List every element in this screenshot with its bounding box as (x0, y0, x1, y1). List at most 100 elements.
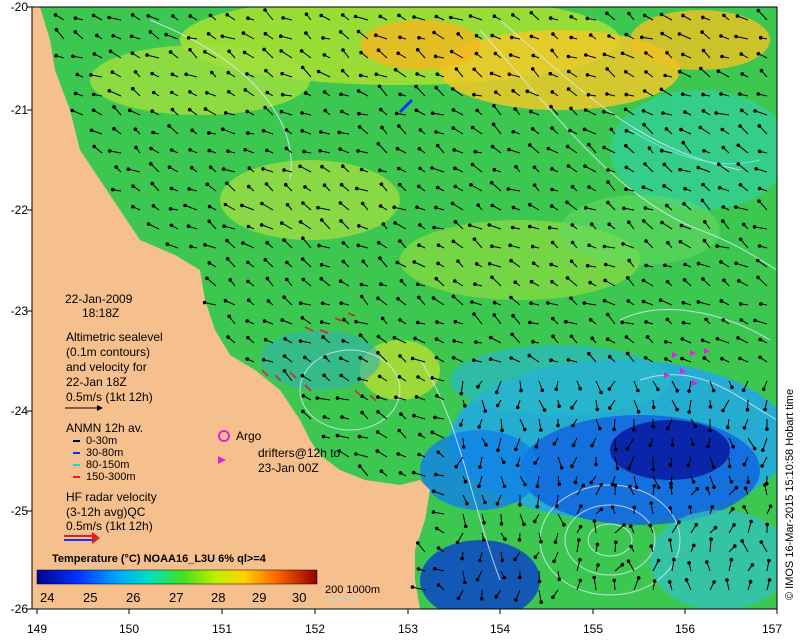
velocity-arrow-head (514, 165, 518, 169)
velocity-arrow-head (533, 519, 537, 524)
velocity-arrow-head (226, 335, 230, 339)
velocity-arrow-head (763, 483, 767, 487)
velocity-arrow-head (517, 538, 522, 542)
velocity-arrow-head (395, 260, 400, 265)
velocity-arrow-head (530, 244, 535, 249)
velocity-arrow-head (709, 537, 713, 541)
velocity-arrow-head (165, 242, 170, 246)
velocity-arrow-head (624, 70, 628, 74)
x-tick: 154 (489, 622, 511, 636)
velocity-arrow-head (729, 557, 734, 562)
velocity-arrow-head (662, 184, 666, 188)
velocity-arrow-head (672, 557, 676, 562)
velocity-arrow-head (436, 243, 441, 247)
velocity-arrow-head (721, 408, 725, 413)
velocity-arrow-head (736, 143, 741, 148)
velocity-arrow-head (434, 205, 438, 210)
velocity-arrow-head (285, 203, 290, 207)
velocity-arrow-head (489, 180, 494, 185)
velocity-arrow-head (643, 356, 648, 360)
y-tick: -20 (10, 0, 28, 14)
velocity-arrow-head (738, 183, 743, 187)
velocity-arrow-head (621, 242, 625, 246)
velocity-arrow-head (303, 355, 307, 360)
velocity-arrow-head (360, 410, 365, 415)
velocity-arrow-head (283, 337, 287, 341)
velocity-arrow-head (750, 563, 755, 567)
velocity-arrow-head (757, 186, 762, 191)
velocity-arrow-head (243, 147, 247, 152)
velocity-arrow-head (511, 13, 515, 17)
velocity-arrow-head (568, 128, 572, 133)
velocity-arrow-head (319, 13, 324, 18)
velocity-arrow-head (321, 36, 325, 40)
velocity-arrow-head (702, 356, 707, 360)
velocity-arrow-head (246, 131, 250, 135)
velocity-arrow-head (743, 486, 748, 491)
velocity-arrow-head (531, 53, 536, 58)
velocity-arrow-head (679, 127, 683, 132)
velocity-arrow-head (397, 375, 402, 379)
velocity-arrow-head (675, 388, 680, 393)
velocity-arrow-head (430, 430, 435, 435)
velocity-arrow-head (565, 276, 570, 280)
velocity-arrow-head (626, 299, 631, 303)
velocity-arrow-head (430, 376, 435, 380)
altimetry-legend-line: and velocity for (66, 360, 147, 374)
velocity-arrow-head (714, 111, 719, 115)
velocity-arrow-head (133, 127, 138, 131)
velocity-arrow-head (719, 260, 723, 264)
velocity-arrow-head (533, 461, 537, 465)
velocity-arrow-head (456, 596, 461, 601)
velocity-arrow-head (529, 11, 534, 15)
velocity-arrow-head (535, 484, 540, 489)
velocity-arrow-head (280, 71, 285, 76)
velocity-arrow-head (648, 523, 653, 528)
velocity-arrow-head (110, 187, 115, 192)
velocity-arrow-head (376, 395, 380, 399)
velocity-arrow-head (519, 388, 523, 393)
velocity-arrow-head (607, 355, 612, 359)
velocity-arrow-head (415, 320, 420, 325)
velocity-arrow-head (150, 109, 154, 113)
velocity-arrow-head (683, 110, 687, 114)
velocity-arrow-head (761, 448, 765, 453)
velocity-arrow-head (450, 201, 455, 206)
velocity-arrow-head (414, 84, 418, 89)
velocity-arrow-head (417, 35, 421, 40)
velocity-arrow-head (301, 277, 306, 282)
velocity-arrow-head (146, 14, 151, 18)
velocity-arrow-head (529, 34, 534, 39)
velocity-arrow-head (535, 504, 540, 509)
velocity-arrow-head (298, 164, 302, 169)
x-tick: 152 (304, 622, 326, 636)
velocity-arrow-head (702, 220, 707, 224)
velocity-arrow-head (205, 276, 209, 281)
velocity-arrow-head (502, 484, 507, 489)
velocity-arrow-head (734, 485, 739, 490)
velocity-arrow-head (285, 260, 289, 265)
velocity-arrow-head (207, 261, 212, 265)
velocity-arrow-head (482, 538, 486, 542)
velocity-arrow-head (335, 433, 340, 438)
velocity-arrow-head (260, 201, 264, 206)
velocity-arrow-head (358, 356, 363, 360)
velocity-arrow-head (570, 223, 575, 227)
velocity-arrow-head (514, 447, 518, 452)
velocity-arrow-head (130, 13, 135, 17)
velocity-arrow-head (760, 464, 764, 468)
velocity-arrow-head (436, 261, 440, 266)
velocity-arrow-head (708, 428, 712, 433)
velocity-arrow-head (624, 92, 629, 97)
velocity-arrow-head (434, 472, 438, 477)
velocity-arrow-head (128, 108, 132, 113)
velocity-arrow-head (677, 520, 681, 524)
velocity-arrow-head (319, 276, 324, 281)
colorbar-title: Temperature (°C) NOAA16_L3U 6% ql>=4 (52, 553, 266, 565)
velocity-arrow-head (393, 67, 398, 72)
velocity-arrow-head (456, 259, 460, 264)
velocity-arrow-head (529, 109, 533, 114)
velocity-arrow-head (626, 559, 631, 563)
velocity-arrow-head (483, 409, 488, 413)
velocity-arrow-head (675, 407, 679, 412)
